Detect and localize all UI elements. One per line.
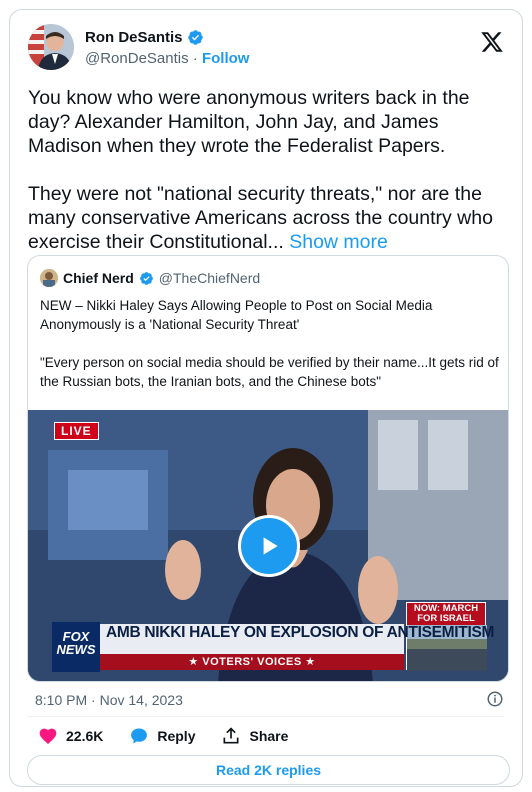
quoted-author-handle: @TheChiefNerd	[158, 270, 261, 286]
inset-label: NOW: MARCH FOR ISRAEL	[407, 603, 485, 625]
like-button[interactable]: 22.6K	[38, 726, 103, 746]
tweet-body: You know who were anonymous writers back…	[28, 86, 510, 254]
divider	[28, 716, 504, 717]
chyron-headline: AMB NIKKI HALEY ON EXPLOSION OF ANTISEMI…	[106, 624, 495, 641]
x-logo-icon[interactable]	[480, 30, 504, 54]
quoted-tweet-header: Chief Nerd @TheChiefNerd	[40, 269, 260, 287]
share-label: Share	[249, 728, 289, 744]
author-name[interactable]: Ron DeSantis	[85, 29, 183, 46]
author-handle-row: @RonDeSantis · Follow	[85, 50, 249, 67]
heart-icon	[39, 728, 57, 744]
quoted-author-name: Chief Nerd	[63, 270, 134, 286]
reply-label: Reply	[157, 728, 196, 744]
share-upload-icon	[223, 727, 239, 744]
show-more-link[interactable]: Show more	[289, 231, 388, 253]
handle-separator: ·	[192, 50, 198, 67]
reply-bubble-icon	[131, 728, 148, 744]
live-badge: LIVE	[54, 422, 99, 440]
chyron-ticker: ★ VOTERS' VOICES ★	[100, 654, 404, 670]
verified-badge-icon	[187, 30, 203, 45]
reply-button[interactable]: Reply	[129, 726, 195, 746]
author-avatar[interactable]	[28, 24, 74, 70]
play-button[interactable]	[238, 515, 300, 577]
quoted-author-avatar	[40, 269, 58, 287]
tweet-header: Ron DeSantis @RonDeSantis · Follow	[28, 24, 504, 72]
quoted-avatar-image	[40, 269, 58, 287]
like-count: 22.6K	[66, 728, 104, 744]
quoted-tweet[interactable]: Chief Nerd @TheChiefNerd NEW – Nikki Hal…	[27, 255, 509, 682]
author-name-row: Ron DeSantis	[85, 29, 204, 46]
network-logo: FOX NEWS	[52, 622, 100, 672]
action-bar: 22.6K Reply Share	[38, 726, 314, 746]
info-icon[interactable]	[486, 690, 504, 708]
avatar-photo	[28, 24, 74, 70]
video-player[interactable]: LIVE NOW: MARCH FOR ISRAEL FOX NEWS AMB …	[28, 410, 508, 681]
tweet-card: Ron DeSantis @RonDeSantis · Follow You k…	[9, 9, 523, 787]
share-button[interactable]: Share	[221, 726, 288, 746]
quoted-tweet-text: NEW – Nikki Haley Says Allowing People t…	[40, 298, 499, 389]
play-icon	[263, 537, 278, 555]
read-replies-button[interactable]: Read 2K replies	[27, 755, 510, 785]
author-handle[interactable]: @RonDeSantis	[85, 50, 189, 67]
verified-badge-icon	[139, 271, 153, 285]
follow-button[interactable]: Follow	[202, 50, 250, 67]
tweet-timestamp[interactable]: 8:10 PM · Nov 14, 2023	[35, 692, 183, 708]
tweet-text: You know who were anonymous writers back…	[28, 87, 493, 253]
